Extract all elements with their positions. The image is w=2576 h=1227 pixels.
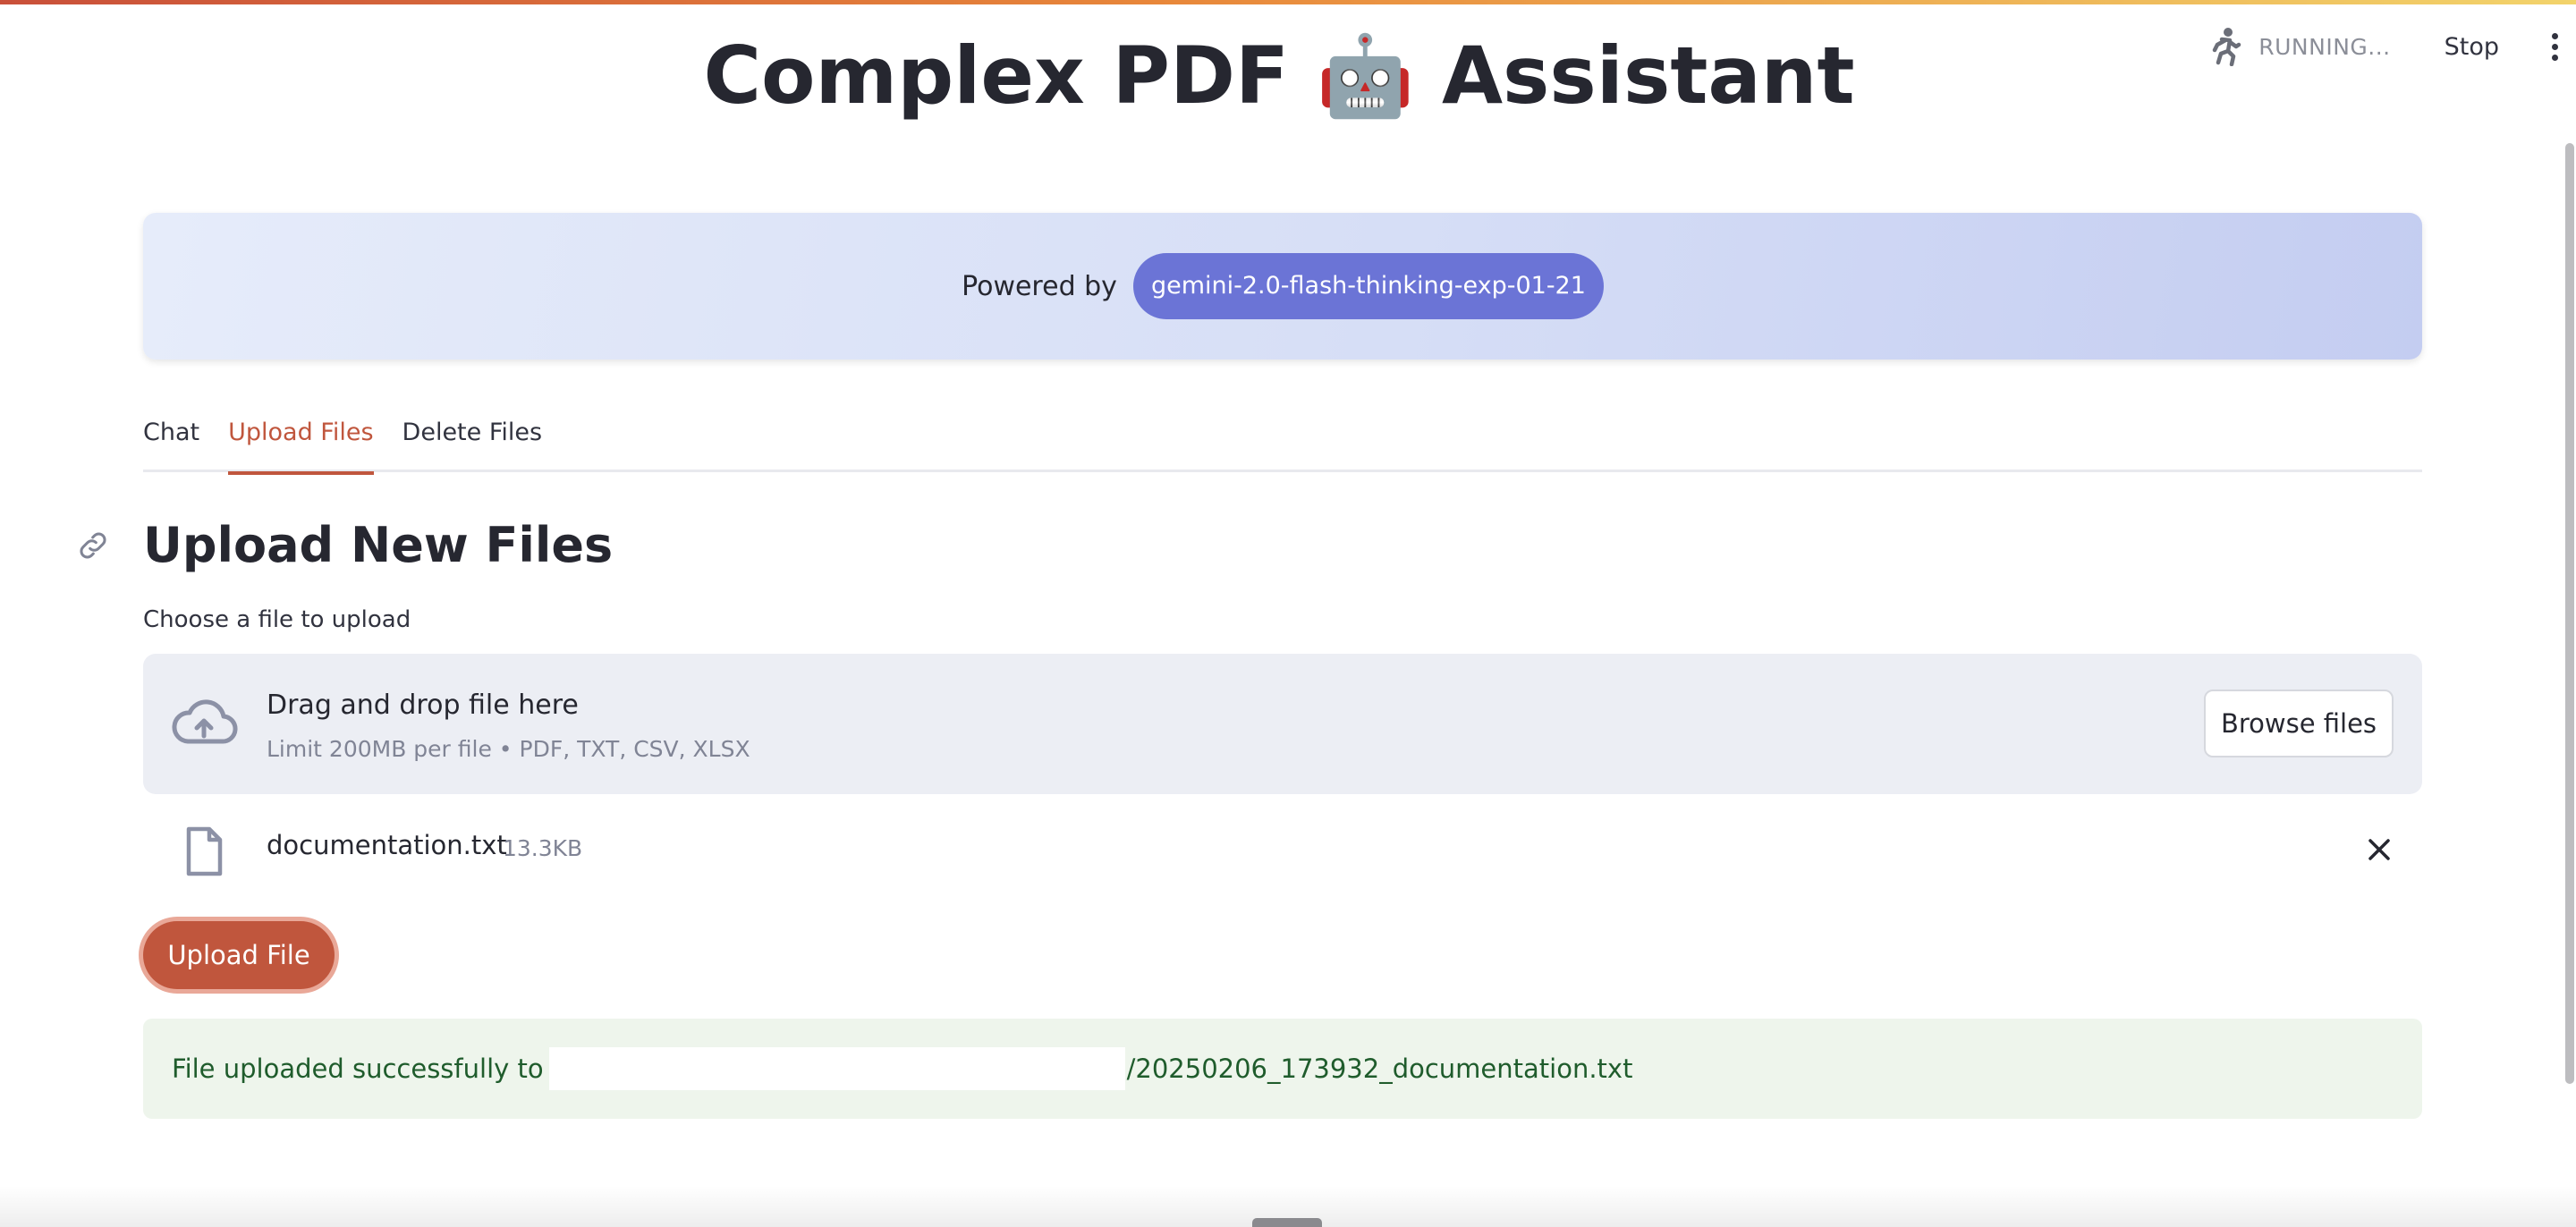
resize-handle[interactable] bbox=[1252, 1218, 1322, 1227]
tab-chat[interactable]: Chat bbox=[143, 404, 199, 472]
upload-file-button[interactable]: Upload File bbox=[143, 921, 335, 989]
success-message-filename: /20250206_173932_documentation.txt bbox=[1126, 1054, 1633, 1084]
success-alert: File uploaded successfully to /20250206_… bbox=[143, 1019, 2422, 1119]
dropzone-hint: Limit 200MB per file • PDF, TXT, CSV, XL… bbox=[267, 736, 750, 762]
powered-by-banner: Powered by gemini-2.0-flash-thinking-exp… bbox=[143, 213, 2422, 360]
vertical-scrollbar[interactable] bbox=[2565, 143, 2574, 1084]
dropzone-title: Drag and drop file here bbox=[267, 690, 579, 721]
close-icon[interactable] bbox=[2363, 834, 2395, 866]
file-dropzone[interactable]: Drag and drop file here Limit 200MB per … bbox=[143, 654, 2422, 794]
file-name: documentation.txt bbox=[267, 830, 507, 860]
page-title: Complex PDF 🤖 Assistant bbox=[703, 30, 1855, 122]
cloud-upload-icon bbox=[170, 695, 238, 752]
model-name-badge: gemini-2.0-flash-thinking-exp-01-21 bbox=[1132, 253, 1604, 319]
tab-delete-files[interactable]: Delete Files bbox=[402, 404, 543, 472]
section-heading: Upload New Files bbox=[143, 517, 614, 573]
link-icon[interactable] bbox=[75, 528, 111, 563]
file-uploader-label: Choose a file to upload bbox=[143, 606, 411, 633]
powered-by-label: Powered by bbox=[962, 270, 1117, 302]
redacted-path bbox=[548, 1047, 1125, 1090]
tab-bar: Chat Upload Files Delete Files bbox=[143, 404, 2422, 475]
top-stripe-gap bbox=[0, 4, 2576, 7]
file-icon bbox=[184, 826, 224, 876]
success-message-prefix: File uploaded successfully to bbox=[172, 1054, 544, 1084]
browse-files-button[interactable]: Browse files bbox=[2204, 690, 2394, 757]
file-size: 13.3KB bbox=[503, 835, 583, 861]
tab-upload-files[interactable]: Upload Files bbox=[228, 404, 374, 475]
uploaded-file-row: documentation.txt 13.3KB bbox=[143, 821, 2422, 882]
